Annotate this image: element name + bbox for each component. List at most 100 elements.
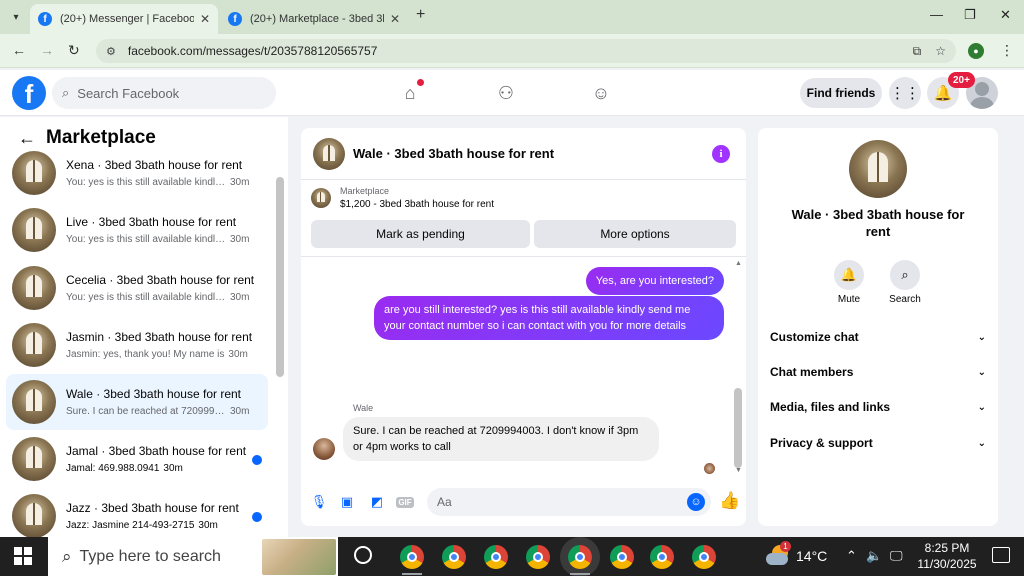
scroll-down-arrow-icon[interactable]: ▼ xyxy=(735,467,742,474)
marketplace-label: Marketplace xyxy=(340,186,390,196)
tab-title: (20+) Messenger | Facebook xyxy=(60,13,194,25)
chrome-icon[interactable] xyxy=(442,545,466,569)
house-thumbnail xyxy=(12,323,56,367)
sticker-icon[interactable]: ◩ xyxy=(369,494,385,510)
clock-time: 8:25 PM xyxy=(924,541,970,555)
sender-avatar[interactable] xyxy=(313,438,335,460)
chrome-icon-active[interactable] xyxy=(568,545,592,569)
mark-as-pending-button[interactable]: Mark as pending xyxy=(311,220,530,248)
minimize-icon[interactable]: — xyxy=(930,7,943,22)
windows-start-icon[interactable] xyxy=(14,547,32,565)
emoji-icon[interactable]: ☺ xyxy=(687,493,705,511)
info-avatar[interactable] xyxy=(849,140,907,198)
back-arrow-icon[interactable]: ← xyxy=(12,42,26,58)
forward-arrow-icon[interactable]: → xyxy=(40,42,54,58)
find-friends-button[interactable]: Find friends xyxy=(800,78,882,108)
temperature[interactable]: 14°C xyxy=(796,548,827,564)
conversation-item-selected[interactable]: Wale · 3bed 3bath house for rent Sure. I… xyxy=(6,374,268,430)
facebook-favicon-icon: f xyxy=(38,12,52,26)
chat-members-row[interactable]: Chat members ⌄ xyxy=(770,360,986,384)
thumbs-up-icon[interactable]: 👍 xyxy=(719,491,740,511)
conversation-item[interactable]: Live · 3bed 3bath house for rent You: ye… xyxy=(6,202,268,258)
media-files-links-row[interactable]: Media, files and links ⌄ xyxy=(770,395,986,419)
running-indicator xyxy=(402,573,422,575)
groups-icon[interactable]: ☺ xyxy=(589,81,613,105)
chevron-up-icon[interactable]: ⌃ xyxy=(846,548,857,564)
conversation-list-scrollbar[interactable] xyxy=(276,177,284,377)
speaker-icon[interactable]: 🔈 xyxy=(866,548,882,564)
restore-icon[interactable]: ❐ xyxy=(964,7,976,23)
home-notification-dot xyxy=(417,79,424,86)
chrome-icon[interactable] xyxy=(692,545,716,569)
search-highlight-illustration[interactable] xyxy=(262,539,336,575)
conversation-info-panel: Wale · 3bed 3bath house for rent 🔔 Mute … xyxy=(758,128,998,526)
bookmark-star-icon[interactable]: ☆ xyxy=(935,44,946,58)
conversation-preview: Sure. I can be reached at 7209994003. xyxy=(66,406,226,417)
install-app-icon[interactable]: ⧉ xyxy=(913,44,922,59)
address-bar[interactable]: ⚙ facebook.com/messages/t/20357881205657… xyxy=(96,39,956,63)
menu-grid-icon[interactable]: ⋮⋮ xyxy=(889,77,921,109)
facebook-search-input[interactable]: ⌕ Search Facebook xyxy=(52,77,276,109)
conversation-item[interactable]: Jamal · 3bed 3bath house for rent Jamal:… xyxy=(6,431,268,487)
privacy-support-row[interactable]: Privacy & support ⌄ xyxy=(770,431,986,455)
sender-name: Wale xyxy=(353,403,374,413)
reload-icon[interactable]: ↻ xyxy=(68,42,80,59)
conversation-item[interactable]: Jasmin · 3bed 3bath house for rent Jasmi… xyxy=(6,317,268,373)
chrome-icon[interactable] xyxy=(400,545,424,569)
browser-profile-icon[interactable]: ● xyxy=(968,43,984,59)
chat-title[interactable]: Wale · 3bed 3bath house for rent xyxy=(353,146,712,161)
mute-bell-icon[interactable]: 🔔 xyxy=(834,260,864,290)
house-thumbnail xyxy=(12,380,56,424)
search-icon[interactable]: ⌕ xyxy=(890,260,920,290)
friends-icon[interactable]: ⚇ xyxy=(494,81,518,105)
facebook-favicon-icon: f xyxy=(228,12,242,26)
running-indicator xyxy=(570,573,590,575)
weather-icon[interactable]: 1 xyxy=(766,541,792,569)
system-clock[interactable]: 8:25 PM 11/30/2025 xyxy=(914,540,980,572)
listing-price-title: $1,200 - 3bed 3bath house for rent xyxy=(340,199,495,210)
chrome-icon[interactable] xyxy=(650,545,674,569)
gif-icon[interactable]: GIF xyxy=(396,494,414,510)
chrome-icon[interactable] xyxy=(484,545,508,569)
home-icon[interactable]: ⌂ xyxy=(398,79,424,105)
conversation-preview: You: yes is this still available kindly … xyxy=(66,234,226,245)
close-icon[interactable]: ✕ xyxy=(200,12,210,26)
scroll-up-arrow-icon[interactable]: ▲ xyxy=(735,260,742,267)
conversation-name: Jasmin · 3bed 3bath house for rent xyxy=(66,330,253,344)
facebook-logo-icon[interactable]: f xyxy=(12,76,46,110)
photo-icon[interactable]: ▣ xyxy=(339,494,355,510)
message-input[interactable]: Aa xyxy=(427,488,711,516)
close-icon[interactable]: ✕ xyxy=(390,12,400,26)
tab-marketplace[interactable]: f (20+) Marketplace - 3bed 3bath ✕ xyxy=(220,4,408,34)
more-options-button[interactable]: More options xyxy=(534,220,736,248)
info-icon[interactable]: i xyxy=(712,144,730,163)
outgoing-message: are you still interested? yes is this st… xyxy=(374,296,724,340)
chrome-icon[interactable] xyxy=(610,545,634,569)
new-tab-icon[interactable]: + xyxy=(416,6,425,24)
tab-search-button[interactable]: ▾ xyxy=(6,7,26,27)
notification-center-icon[interactable] xyxy=(992,547,1010,563)
browser-menu-icon[interactable]: ⋮ xyxy=(1000,42,1014,59)
marketplace-listing[interactable]: Marketplace $1,200 - 3bed 3bath house fo… xyxy=(311,186,494,210)
conversation-time: 30m xyxy=(230,406,250,417)
conversation-item[interactable]: Cecelia · 3bed 3bath house for rent You:… xyxy=(6,260,268,316)
tab-messenger[interactable]: f (20+) Messenger | Facebook ✕ xyxy=(30,4,218,34)
search-icon: ⌕ xyxy=(62,546,72,566)
chat-avatar[interactable] xyxy=(313,137,345,170)
network-icon[interactable]: 🖵 xyxy=(890,548,903,564)
clock-date: 11/30/2025 xyxy=(917,557,977,571)
customize-chat-row[interactable]: Customize chat ⌄ xyxy=(770,325,986,349)
house-thumbnail xyxy=(12,494,56,537)
microphone-icon[interactable]: 🎙 xyxy=(311,494,328,510)
notifications-badge: 20+ xyxy=(948,72,975,88)
chat-scrollbar-thumb[interactable] xyxy=(734,388,742,468)
incoming-message: Sure. I can be reached at 7209994003. I … xyxy=(343,417,659,461)
chevron-down-icon: ⌄ xyxy=(977,331,986,343)
conversation-item[interactable]: Jazz · 3bed 3bath house for rent Jazz: J… xyxy=(6,488,268,537)
conversation-item[interactable]: Xena · 3bed 3bath house for rent You: ye… xyxy=(6,145,268,201)
site-info-icon[interactable]: ⚙ xyxy=(106,45,116,58)
window-close-icon[interactable]: ✕ xyxy=(1000,7,1011,23)
search-label: Search xyxy=(889,294,921,305)
task-view-circle-icon[interactable] xyxy=(354,546,372,564)
chrome-icon[interactable] xyxy=(526,545,550,569)
